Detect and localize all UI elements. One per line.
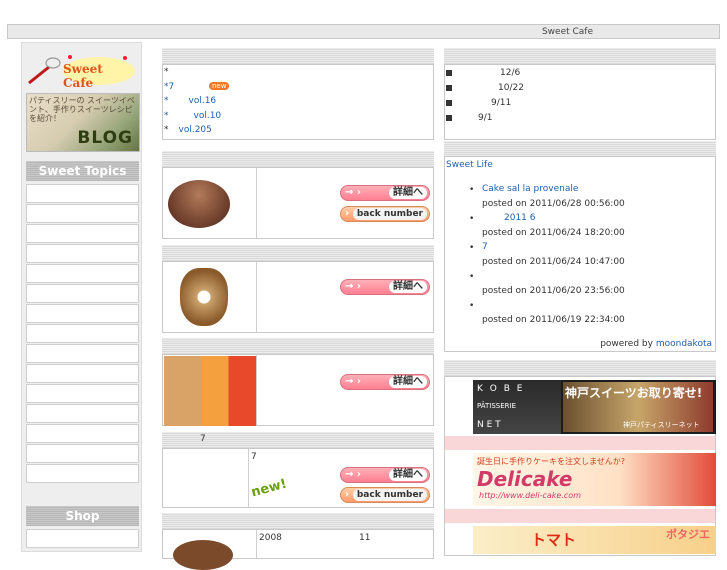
potager-banner[interactable]: トマト ポタジエ	[473, 526, 716, 554]
chocolate-cake-image[interactable]	[168, 180, 230, 228]
blog-post-title[interactable]: 2011 6	[504, 213, 536, 223]
detail-button[interactable]: → › 詳細へ	[340, 185, 430, 201]
feature-header: 7	[162, 432, 434, 448]
event-item[interactable]: 9/11	[446, 98, 511, 108]
topic-slot[interactable]	[26, 364, 139, 383]
blog-post: •	[469, 214, 475, 224]
shop-slot[interactable]	[26, 529, 139, 548]
blog-post: •	[469, 185, 475, 195]
blog-post: •	[469, 301, 475, 311]
blog-panel-header	[444, 141, 716, 157]
blog-post-title[interactable]: 7	[482, 242, 488, 252]
feature-header	[162, 513, 434, 529]
topic-slot[interactable]	[26, 204, 139, 223]
feature-header	[162, 151, 434, 167]
links-panel-header	[444, 360, 716, 376]
topic-slot[interactable]	[26, 344, 139, 363]
news-item[interactable]: * vol.16	[164, 96, 216, 106]
topic-slot[interactable]	[26, 384, 139, 403]
detail-button[interactable]: → › 詳細へ	[340, 467, 430, 483]
detail-button[interactable]: → › 詳細へ	[340, 279, 430, 295]
blog-post-meta: posted on 2011/06/19 22:34:00	[482, 315, 625, 325]
blog-banner-text: パティスリーの スイーツイベント、手作りスイーツレシピを紹介！	[29, 96, 135, 123]
topic-slot[interactable]	[26, 184, 139, 203]
topic-slot[interactable]	[26, 264, 139, 283]
back-number-button[interactable]: › back number	[340, 487, 430, 503]
delicake-banner[interactable]: 誕生日に手作りケーキを注文しませんか? Delicake http://www.…	[473, 453, 716, 506]
feature-date-2: 11	[359, 533, 371, 543]
blog-post-meta: posted on 2011/06/24 10:47:00	[482, 257, 625, 267]
events-panel-header	[444, 48, 716, 64]
bundt-cake-image[interactable]	[180, 268, 228, 326]
topic-slot[interactable]	[26, 464, 139, 483]
feature-panel: → › 詳細へ	[162, 261, 434, 333]
back-number-button[interactable]: › back number	[340, 206, 430, 222]
links-panel: K O B E PÂTISSERIE N E T 神戸スイーツお取り寄せ! 神戸…	[444, 376, 716, 556]
feature-panel: → › 詳細へ › back number	[162, 167, 434, 239]
event-item[interactable]: 9/1	[446, 113, 492, 123]
blog-banner-title: BLOG	[77, 128, 133, 148]
logo-text: Sweet Cafe	[63, 62, 103, 90]
blog-post-title[interactable]: Cake sal la provenale	[482, 184, 578, 194]
feature-label: 7	[251, 452, 257, 462]
site-title: Sweet Cafe	[541, 27, 593, 37]
blog-post: •	[469, 243, 475, 253]
new-badge-icon: new!	[249, 476, 289, 501]
sweets-collage-image[interactable]	[164, 356, 256, 426]
feature-panel: 2008 11	[162, 529, 434, 570]
feature-heading: 7	[200, 434, 206, 444]
new-badge: new	[209, 82, 230, 90]
detail-button[interactable]: → › 詳細へ	[340, 374, 430, 390]
sweet-topics-heading: Sweet Topics	[26, 161, 139, 181]
topic-slot[interactable]	[26, 404, 139, 423]
kobe-patisserie-banner[interactable]: K O B E PÂTISSERIE N E T 神戸スイーツお取り寄せ! 神戸…	[473, 380, 716, 434]
news-item[interactable]: *	[164, 67, 169, 77]
topic-slot[interactable]	[26, 424, 139, 443]
top-header-bar: Sweet Cafe	[7, 24, 720, 39]
feature-panel: → › 詳細へ	[162, 354, 434, 426]
topic-slot[interactable]	[26, 244, 139, 263]
left-sidebar: Sweet Cafe パティスリーの スイーツイベント、手作りスイーツレシピを紹…	[21, 42, 142, 552]
news-panel: * *7 new * vol.16 * vol.10 * vol.205	[162, 64, 434, 140]
topic-slot[interactable]	[26, 444, 139, 463]
event-item[interactable]: 12/6	[446, 68, 520, 78]
news-item[interactable]: * vol.205	[164, 125, 212, 135]
topic-slot[interactable]	[26, 284, 139, 303]
blog-panel: Sweet Life • Cake sal la provenale poste…	[444, 156, 716, 352]
feature-header	[162, 338, 434, 354]
feature-header	[162, 245, 434, 261]
topic-slot[interactable]	[26, 224, 139, 243]
blog-post: •	[469, 272, 475, 282]
events-panel: 12/6 10/22 9/11 9/1	[444, 64, 716, 140]
news-item[interactable]: *7 new	[164, 82, 230, 92]
blog-post-meta: posted on 2011/06/28 00:56:00	[482, 199, 625, 209]
powered-by-link[interactable]: moondakota	[656, 339, 712, 349]
powered-by: powered by moondakota	[600, 339, 712, 349]
blog-post-meta: posted on 2011/06/20 23:56:00	[482, 286, 625, 296]
topic-slot[interactable]	[26, 324, 139, 343]
shop-heading: Shop	[26, 506, 139, 526]
feature-panel: 7 new! → › 詳細へ › back number	[162, 448, 434, 508]
site-logo[interactable]: Sweet Cafe	[25, 49, 137, 90]
blog-post-meta: posted on 2011/06/24 18:20:00	[482, 228, 625, 238]
blog-title-link[interactable]: Sweet Life	[446, 160, 493, 170]
event-item[interactable]: 10/22	[446, 83, 524, 93]
topic-slot[interactable]	[26, 304, 139, 323]
news-item[interactable]: * vol.10	[164, 111, 221, 121]
news-panel-header	[162, 48, 434, 64]
blog-banner[interactable]: パティスリーの スイーツイベント、手作りスイーツレシピを紹介！ BLOG	[26, 93, 140, 152]
feature-date: 2008	[259, 533, 282, 543]
